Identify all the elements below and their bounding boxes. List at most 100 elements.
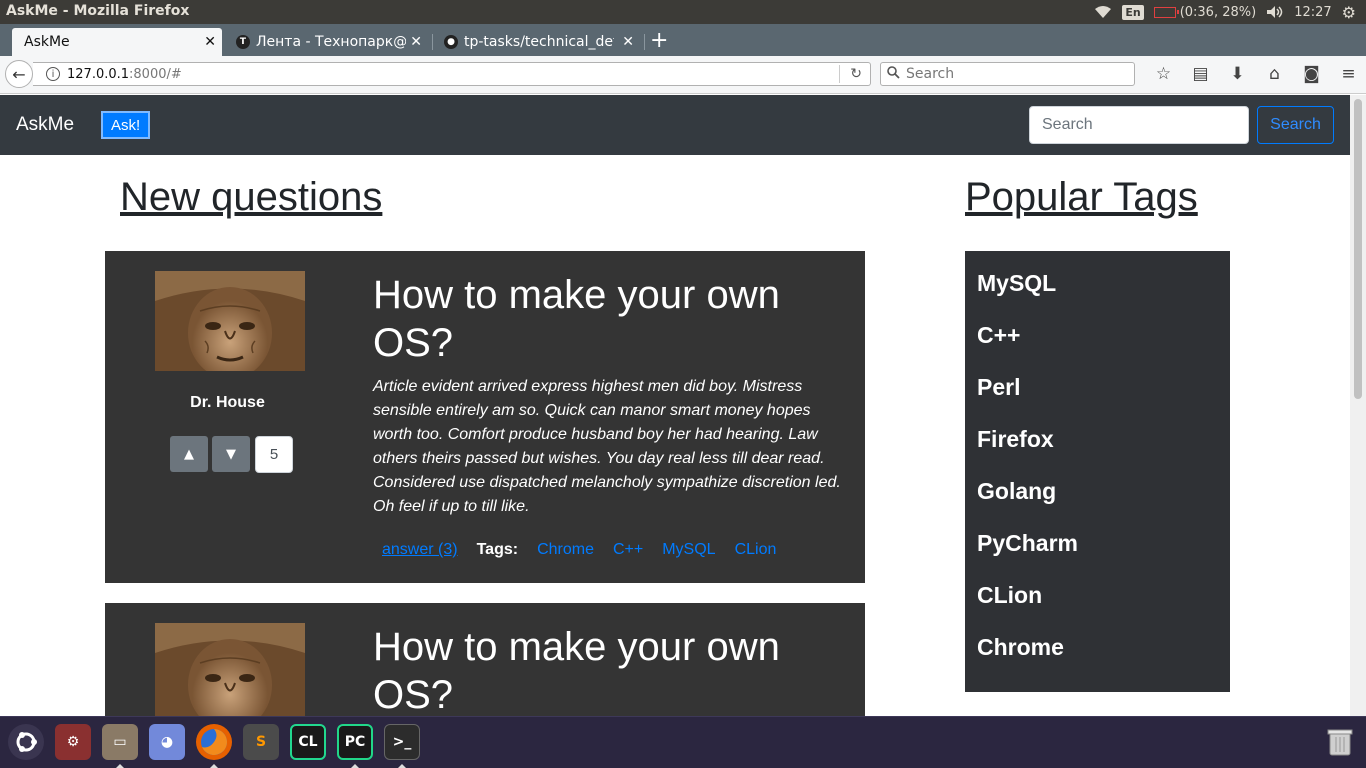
tab-github[interactable]: ● tp-tasks/technical_details ✕: [436, 28, 640, 56]
popular-tags-heading[interactable]: Popular Tags: [965, 175, 1198, 220]
tag-link[interactable]: CLion: [735, 541, 777, 559]
ubuntu-launcher: ⚙ ▭ ◕ S CL PC >_: [0, 716, 1366, 768]
popular-tag[interactable]: MySQL: [977, 270, 1056, 297]
home-icon[interactable]: ⌂: [1256, 64, 1293, 84]
close-icon[interactable]: ✕: [622, 34, 634, 50]
tab-label: Лента - Технопарк@Mail.Ru: [256, 34, 406, 50]
tab-askme[interactable]: AskMe ✕: [12, 28, 222, 56]
tab-label: tp-tasks/technical_details: [464, 34, 614, 50]
close-icon[interactable]: ✕: [410, 34, 422, 50]
keyboard-language-indicator[interactable]: En: [1122, 4, 1144, 20]
popular-tag[interactable]: PyCharm: [977, 530, 1078, 557]
question-card: Dr. House ▲ ▼ 5 How to make your own OS?…: [105, 251, 865, 583]
question-title[interactable]: How to make your own OS?: [373, 271, 843, 367]
terminal-icon[interactable]: >_: [384, 724, 420, 760]
popular-tag[interactable]: Firefox: [977, 426, 1054, 453]
firefox-icon[interactable]: [196, 724, 232, 760]
info-icon[interactable]: i: [46, 67, 60, 81]
tab-separator: [432, 34, 433, 50]
question-card: How to make your own OS?: [105, 603, 865, 716]
site-search-input[interactable]: Search: [1029, 106, 1249, 144]
browser-search-placeholder: Search: [906, 66, 955, 82]
technopark-favicon-icon: T: [236, 35, 250, 49]
avatar[interactable]: [155, 623, 305, 716]
site-navbar: AskMe Ask! Search Search: [0, 95, 1350, 155]
clock[interactable]: 12:27: [1294, 5, 1331, 20]
page-scrollbar[interactable]: [1350, 95, 1366, 716]
tab-technopark[interactable]: T Лента - Технопарк@Mail.Ru ✕: [228, 28, 428, 56]
running-indicator: [351, 764, 359, 768]
clion-icon[interactable]: CL: [290, 724, 326, 760]
popular-tag[interactable]: Golang: [977, 478, 1056, 505]
running-indicator: [210, 764, 218, 768]
sublime-text-icon[interactable]: S: [243, 724, 279, 760]
clion-label: CL: [298, 734, 318, 750]
question-author[interactable]: Dr. House: [155, 394, 300, 412]
back-button[interactable]: ←: [5, 60, 33, 88]
wifi-icon[interactable]: [1094, 5, 1112, 19]
url-host: 127.0.0.1: [67, 66, 130, 82]
search-icon: [887, 65, 900, 83]
question-text: Article evident arrived express highest …: [373, 378, 841, 515]
tag-link[interactable]: MySQL: [662, 541, 715, 559]
question-title[interactable]: How to make your own OS?: [373, 623, 843, 716]
reload-icon[interactable]: ↻: [850, 66, 862, 82]
ask-button[interactable]: Ask!: [101, 111, 151, 139]
browser-search-input[interactable]: Search: [880, 62, 1135, 86]
battery-text: (0:36, 28%): [1179, 4, 1257, 20]
popular-tag[interactable]: Chrome: [977, 634, 1064, 661]
running-indicator: [116, 764, 124, 768]
system-tray: En (0:36, 28%) 12:27 ⚙: [1094, 0, 1366, 24]
tag-link[interactable]: Chrome: [537, 541, 594, 559]
upvote-button[interactable]: ▲: [170, 436, 208, 472]
triangle-down-icon: ▼: [226, 446, 236, 462]
new-questions-heading[interactable]: New questions: [120, 175, 382, 220]
pycharm-label: PC: [344, 734, 366, 750]
tag-link[interactable]: C++: [613, 541, 643, 559]
ubuntu-icon[interactable]: [8, 724, 44, 760]
discord-icon[interactable]: ◕: [149, 724, 185, 760]
popular-tag[interactable]: CLion: [977, 582, 1042, 609]
popular-tag[interactable]: C++: [977, 322, 1020, 349]
url-path: :8000/#: [129, 66, 182, 82]
trash-icon[interactable]: [1322, 724, 1358, 760]
new-tab-button[interactable]: +: [650, 30, 668, 52]
vote-count: 5: [255, 436, 293, 473]
star-icon[interactable]: ☆: [1145, 64, 1182, 84]
tab-strip: AskMe ✕ T Лента - Технопарк@Mail.Ru ✕ ● …: [0, 24, 1366, 56]
files-icon[interactable]: ▭: [102, 724, 138, 760]
scroll-thumb[interactable]: [1354, 99, 1362, 399]
reading-list-icon[interactable]: ▤: [1182, 64, 1219, 84]
downvote-button[interactable]: ▼: [212, 436, 250, 472]
pycharm-icon[interactable]: PC: [337, 724, 373, 760]
url-divider: [839, 65, 840, 83]
popular-tag[interactable]: Perl: [977, 374, 1020, 401]
tab-label: AskMe: [24, 34, 70, 50]
pocket-icon[interactable]: ◙: [1293, 64, 1330, 84]
volume-icon[interactable]: [1266, 5, 1284, 19]
answers-link[interactable]: answer (3): [382, 541, 458, 559]
system-settings-icon[interactable]: ⚙: [55, 724, 91, 760]
popular-tags-list: MySQL C++ Perl Firefox Golang PyCharm CL…: [965, 251, 1230, 692]
window-title: AskMe - Mozilla Firefox: [6, 3, 190, 19]
arrow-left-icon: ←: [12, 64, 26, 84]
battery-indicator[interactable]: (0:36, 28%): [1153, 4, 1257, 20]
gear-icon[interactable]: ⚙: [1342, 3, 1356, 22]
avatar[interactable]: [155, 271, 305, 371]
site-search-button[interactable]: Search: [1257, 106, 1334, 144]
github-icon: ●: [444, 35, 458, 49]
running-indicator: [398, 764, 406, 768]
page-viewport: AskMe Ask! Search Search New questions P…: [0, 95, 1350, 716]
battery-icon: [1153, 6, 1179, 18]
site-search-placeholder: Search: [1042, 116, 1093, 133]
download-icon[interactable]: ⬇: [1219, 64, 1256, 84]
menu-icon[interactable]: ≡: [1330, 64, 1366, 84]
toolbar-icons: ☆ ▤ ⬇ ⌂ ◙ ≡: [1145, 64, 1366, 84]
os-top-panel: AskMe - Mozilla Firefox En (0:36, 28%) 1…: [0, 0, 1366, 24]
browser-toolbar: ← i 127.0.0.1:8000/# ↻ Search ☆ ▤ ⬇ ⌂ ◙ …: [0, 56, 1366, 94]
site-brand[interactable]: AskMe: [16, 114, 74, 136]
close-icon[interactable]: ✕: [204, 34, 216, 50]
triangle-up-icon: ▲: [184, 446, 194, 462]
sublime-label: S: [255, 734, 267, 750]
url-bar[interactable]: i 127.0.0.1:8000/# ↻: [33, 62, 871, 86]
